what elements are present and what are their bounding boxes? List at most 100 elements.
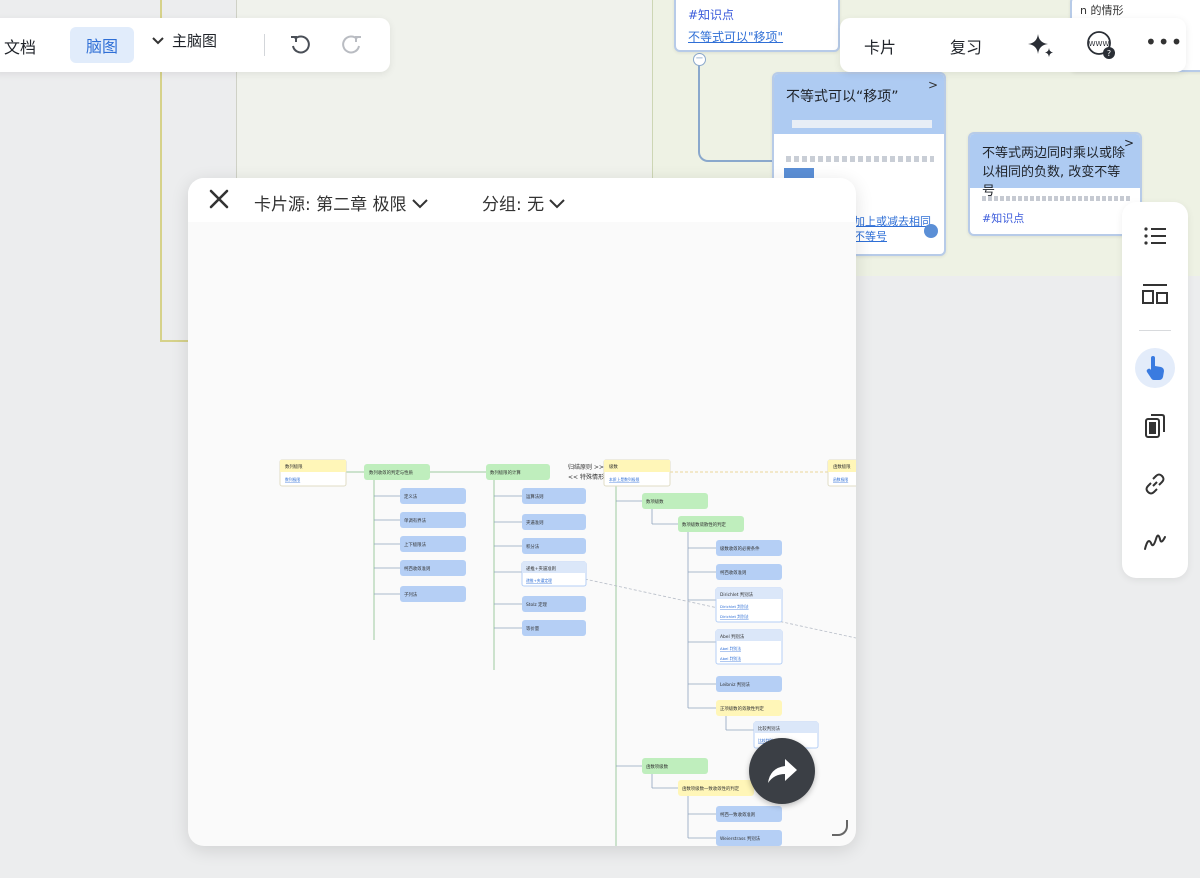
card-source-dropdown[interactable]: 卡片源: 第二章 极限 [254,190,429,215]
node-title: 数项级数敛散性的判定 [682,521,727,528]
draw-button[interactable] [1135,522,1175,562]
card-title: 不等式两边同时乘以或除以相同的负数, 改变不等号 [970,134,1140,199]
outline-list-icon [1144,227,1166,245]
layout-icon [1142,284,1168,304]
mindmap-child-node[interactable]: 积分法 [522,538,586,554]
node-title: 积分法 [526,543,540,550]
node-title: 等价量 [526,625,540,632]
mindmap-child-node[interactable]: 数项级数敛散性的判定 [678,516,744,532]
node-title: 柯西一致收敛准则 [720,811,755,818]
mindmap-child-node[interactable]: 正项级数的敛散性判定 [716,700,782,716]
link-button[interactable] [1135,464,1175,504]
node-title: 比较判别法 [758,725,781,732]
side-tool-panel [1122,202,1188,578]
node-link[interactable]: 递推+夹逼定理 [526,578,552,583]
mindmap-node-right[interactable]: 函数极限 函数极限 [827,459,856,487]
mindmap-child-node[interactable]: Abel 判别法 Abel 判别法 Abel 判别法 [715,629,783,665]
mindmap-node-left[interactable]: 数列极限 数列极限 [279,459,347,487]
close-icon[interactable] [206,186,232,212]
node-title: Dirichlet 判别法 [720,591,754,598]
arrow-label: << 特殊情形 [568,473,604,481]
svg-text:WWW: WWW [1089,40,1110,48]
outline-list-button[interactable] [1135,216,1175,256]
panel-header: 卡片源: 第二章 极限 分组: 无 [188,178,856,222]
tab-document[interactable]: 文档 [2,30,38,62]
node-link[interactable]: Dirichlet 判别法 [720,604,749,609]
card-tag[interactable]: #知识点 [982,210,1024,226]
mindmap-child-node[interactable]: 夹逼准则 [522,514,586,530]
card-link[interactable]: 加上或减去相同 不等号 [854,214,931,244]
card-body-text [982,196,1132,201]
review-button[interactable]: 复习 [950,34,982,58]
mindmap-node[interactable]: 数列极限的计算 [486,464,550,480]
node-link[interactable]: 函数极限 [833,477,848,482]
card-link[interactable]: 不等式可以"移项" [688,28,783,45]
editor-toolbar: 文档 脑图 主脑图 [0,18,390,72]
chevron-right-icon[interactable]: > [928,78,938,92]
link-icon [1145,473,1165,495]
copy-button[interactable] [1135,406,1175,446]
node-link[interactable]: Dirichlet 判别法 [720,614,749,619]
node-link[interactable]: Abel 判别法 [720,646,741,651]
pointer-mode-button[interactable] [1135,348,1175,388]
tab-mindmap[interactable]: 脑图 [70,27,135,63]
mindmap-node[interactable]: 级数 本质上是数列极限 [603,459,671,487]
main-map-label: 主脑图 [172,32,218,50]
card-button[interactable]: 卡片 [864,34,896,58]
node-title: Stolz 定理 [526,601,548,608]
mindmap-child-node[interactable]: 定义法 [400,488,466,504]
chevron-right-icon[interactable]: > [1124,136,1134,150]
knowledge-card[interactable]: 不等式两边同时乘以或除以相同的负数, 改变不等号 > #知识点 [968,132,1142,236]
knowledge-card[interactable]: #知识点 不等式可以"移项" [674,0,840,52]
mindmap-child-node[interactable]: Stolz 定理 [522,596,586,612]
mindmap-child-node[interactable]: 级数收敛的必要条件 [716,540,782,556]
mindmap-child-node[interactable]: Weierstrass 判别法 [716,830,782,846]
mindmap-child-node[interactable]: 上下极限法 [400,536,466,552]
node-title: 柯西收敛准则 [404,565,430,572]
mindmap-child-node[interactable]: 柯西一致收敛准则 [716,806,782,822]
mindmap-child-node[interactable]: 递推+夹逼准则递推+夹逼定理 [521,561,587,587]
card-tag[interactable]: #知识点 [688,6,734,23]
mindmap-child-node[interactable]: 子列法 [400,586,466,602]
node-subtitle: 本质上是数列极限 [609,477,640,482]
node-title: Weierstrass 判别法 [720,835,761,842]
share-button[interactable] [749,738,815,804]
www-help-icon[interactable]: WWW ? [1084,28,1118,62]
undo-icon[interactable] [288,33,312,57]
node-title: 数列极限 [285,463,303,470]
card-source-label: 卡片源: 第二章 极限 [254,195,407,215]
mindmap-child-node[interactable]: 柯西收敛准则 [716,564,782,580]
mindmap-child-node[interactable]: Leibniz 判别法 [716,676,782,692]
node-link[interactable]: Abel 判别法 [720,656,741,661]
node-title: 上下极限法 [404,541,427,548]
mindmap-child-node[interactable]: Dirichlet 判别法 Dirichlet 判别法 Dirichlet 判别法 [715,587,783,623]
share-arrow-icon [768,759,797,783]
node-link[interactable]: 数列极限 [285,477,300,482]
group-dropdown[interactable]: 分组: 无 [482,190,566,215]
node-title: 数列收敛的判定与性质 [369,469,414,476]
arrow-label: 归结原则 >> [568,463,604,471]
node-title: 数列极限的计算 [490,469,521,476]
redo-icon[interactable] [340,33,364,57]
node-title: 单调有界法 [404,517,427,524]
node-title: 函数极限 [833,463,851,470]
mindmap-child-node[interactable]: 单调有界法 [400,512,466,528]
layout-button[interactable] [1135,274,1175,314]
mindmap-child-node[interactable]: 等价量 [522,620,586,636]
mindmap-child-node[interactable]: 函数项级数一致收敛性的判定 [678,780,754,796]
node-title: 数项级数 [646,498,664,505]
sparkle-icon[interactable] [1026,30,1056,60]
collapse-node-icon[interactable]: − [693,53,706,66]
pointer-hand-icon [1146,356,1164,380]
mindmap-child-node[interactable]: 数项级数 [642,493,708,509]
more-button[interactable]: ••• [1145,30,1183,54]
node-title: 定义法 [404,493,418,500]
arrow-right-circle-icon[interactable] [924,224,938,238]
divider [1139,330,1171,331]
mindmap-child-node[interactable]: 运算法则 [522,488,586,504]
main-mindmap-dropdown[interactable]: 主脑图 [150,30,217,51]
mindmap-node[interactable]: 数列收敛的判定与性质 [364,464,430,480]
mindmap-child-node[interactable]: 函数项级数 [642,758,708,774]
node-title: 函数项级数 [646,763,669,770]
mindmap-child-node[interactable]: 柯西收敛准则 [400,560,466,576]
